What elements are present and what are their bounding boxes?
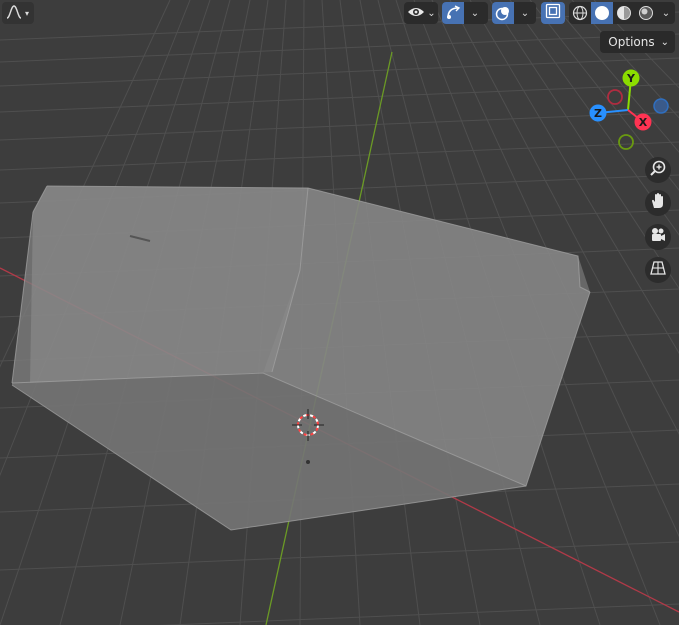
- origin-dot: [306, 460, 310, 464]
- overlay-toggle[interactable]: ⌄: [492, 2, 536, 24]
- hand-pan-icon: [649, 192, 667, 214]
- chevron-down-icon: ⌄: [427, 7, 436, 19]
- 3d-viewport[interactable]: ▾ ⌄ ⌄ ⌄ ⌄ Options ⌄ Y Z X: [0, 0, 679, 625]
- options-dropdown[interactable]: Options ⌄: [600, 31, 675, 53]
- chevron-down-icon: ⌄: [661, 7, 671, 19]
- y-axis-label: Y: [626, 72, 636, 85]
- x-axis-label: X: [639, 116, 648, 129]
- wireframe-shading-icon[interactable]: [569, 5, 591, 21]
- navigation-gizmo[interactable]: Y Z X: [586, 66, 676, 150]
- camera-icon: [649, 226, 667, 248]
- neg-x-axis-ball[interactable]: [607, 89, 623, 105]
- eye-icon: [407, 4, 425, 23]
- visibility-dropdown[interactable]: ⌄: [404, 2, 438, 24]
- perspective-grid-icon: [649, 259, 667, 281]
- zoom-icon: [649, 159, 667, 181]
- chevron-down-icon: ⌄: [470, 7, 480, 19]
- material-preview-shading-icon[interactable]: [613, 5, 635, 21]
- pan-tool-button[interactable]: [645, 190, 671, 216]
- chevron-down-icon: ⌄: [660, 36, 669, 48]
- xray-toggle[interactable]: [541, 2, 565, 24]
- rendered-shading-icon[interactable]: [635, 5, 657, 21]
- perspective-toggle-button[interactable]: [645, 257, 671, 283]
- neg-z-axis-ball[interactable]: [653, 98, 669, 114]
- solid-shading-icon[interactable]: [591, 2, 613, 24]
- gizmo-icon: [442, 2, 464, 24]
- overlay-icon: [492, 2, 514, 24]
- curve-editor-icon: [6, 4, 22, 23]
- shading-mode-group[interactable]: ⌄: [569, 2, 675, 24]
- options-label: Options: [608, 35, 655, 49]
- chevron-down-icon: ⌄: [520, 7, 530, 19]
- zoom-tool-button[interactable]: [645, 157, 671, 183]
- chevron-down-icon: ▾: [24, 8, 29, 18]
- neg-y-axis-ball[interactable]: [618, 134, 634, 150]
- camera-view-button[interactable]: [645, 224, 671, 250]
- xray-icon: [545, 3, 561, 23]
- editor-type-selector[interactable]: ▾: [2, 2, 34, 24]
- box-object[interactable]: [11, 185, 591, 531]
- viewport-scene[interactable]: [0, 0, 679, 625]
- z-axis-label: Z: [594, 107, 602, 120]
- gizmo-toggle[interactable]: ⌄: [442, 2, 488, 24]
